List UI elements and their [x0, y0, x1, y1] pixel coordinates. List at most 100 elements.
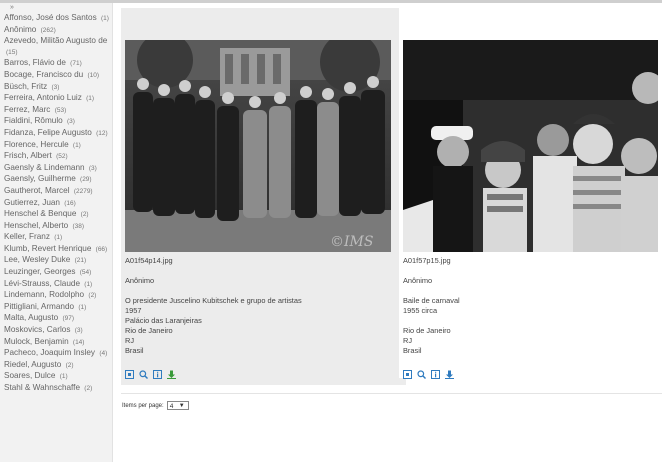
author-facet-item[interactable]: Ferrez, Marc (53) — [4, 105, 112, 117]
author-facet-item[interactable]: Gaensly & Lindemann (3) — [4, 163, 112, 175]
author-count: (12) — [96, 129, 108, 137]
download-icon[interactable] — [167, 370, 176, 379]
author-count: (66) — [95, 245, 108, 253]
author-count: (3) — [88, 164, 97, 172]
author-name: Büsch, Fritz — [4, 81, 48, 91]
author-name: Leuzinger, Georges — [4, 267, 76, 277]
result-author: Anônimo — [125, 276, 155, 285]
author-facet-item[interactable]: Lindemann, Rodolpho (2) — [4, 290, 112, 302]
author-facet-item[interactable]: Büsch, Fritz (3) — [4, 82, 112, 94]
author-name: Florence, Hercule — [4, 139, 69, 149]
author-facet-item[interactable]: Bocage, Francisco du (10) — [4, 70, 112, 82]
author-facet-item[interactable]: Anônimo (262) — [4, 25, 112, 37]
items-per-page-select[interactable]: 4 ▼ — [166, 401, 189, 410]
result-actions — [125, 370, 176, 379]
result-filename[interactable]: A01f57p15.jpg — [403, 256, 460, 266]
author-facet-item[interactable]: Florence, Hercule (1) — [4, 140, 112, 152]
author-count: (1) — [86, 95, 95, 103]
author-facet-item[interactable]: Frisch, Albert (52) — [4, 151, 112, 163]
author-count: (52) — [56, 153, 68, 161]
photo-carnaval[interactable] — [403, 40, 658, 252]
author-facet-item[interactable]: Gutierrez, Juan (16) — [4, 198, 112, 210]
collapse-toggle[interactable]: » — [0, 3, 112, 13]
author-name: Mulock, Benjamin — [4, 336, 69, 346]
author-count: (1) — [59, 373, 68, 381]
author-facet-item[interactable]: Leuzinger, Georges (54) — [4, 267, 112, 279]
author-facet-item[interactable]: Malta, Augusto (97) — [4, 313, 112, 325]
author-name: Riedel, Augusto — [4, 359, 62, 369]
author-count: (38) — [72, 222, 85, 230]
author-facet-item[interactable]: Barros, Flávio de (71) — [4, 58, 112, 70]
result-filename[interactable]: A01f54p14.jpg — [125, 256, 302, 266]
author-count: (2) — [80, 211, 89, 219]
author-facet-item[interactable]: Henschel, Alberto (38) — [4, 221, 112, 233]
author-count: (54) — [79, 269, 92, 277]
result-place: Palácio das Laranjeiras — [125, 316, 202, 325]
author-name: Bocage, Francisco du — [4, 69, 84, 79]
author-name: Lee, Wesley Duke — [4, 255, 71, 265]
author-name: Fialdini, Rômulo — [4, 116, 63, 126]
result-city: Rio de Janeiro — [125, 326, 173, 335]
author-count: (1) — [84, 280, 93, 288]
info-icon[interactable] — [153, 370, 162, 379]
result-city: Rio de Janeiro — [403, 326, 451, 335]
author-name: Malta, Augusto — [4, 313, 59, 323]
author-name: Anônimo — [4, 24, 37, 34]
author-facet-item[interactable]: Fialdini, Rômulo (3) — [4, 116, 112, 128]
author-list: Affonso, José dos Santos (1) Anônimo (262… — [0, 13, 112, 395]
author-facet-item[interactable]: Mulock, Benjamin (14) — [4, 337, 112, 349]
author-facet-item[interactable]: Klumb, Revert Henrique (66) — [4, 244, 112, 256]
photo-watermark: ©IMS — [330, 234, 373, 250]
author-count: (3) — [66, 118, 75, 126]
author-facet-item[interactable]: Soares, Dulce (1) — [4, 371, 112, 383]
result-country: Brasil — [125, 346, 144, 355]
zoom-fit-icon[interactable] — [125, 370, 134, 379]
author-facet-item[interactable]: Azevedo, Militão Augusto de (15) — [4, 36, 112, 58]
divider — [121, 393, 662, 394]
author-facet-item[interactable]: Fidanza, Felipe Augusto (12) — [4, 128, 112, 140]
author-facet-item[interactable]: Affonso, José dos Santos (1) — [4, 13, 112, 25]
author-name: Klumb, Revert Henrique — [4, 243, 92, 253]
items-per-page: Items per page: 4 ▼ — [122, 401, 189, 410]
author-count: (1) — [72, 141, 81, 149]
author-name: Lévi-Strauss, Claude — [4, 278, 80, 288]
photo-image — [403, 40, 658, 252]
author-name: Barros, Flávio de — [4, 58, 66, 68]
author-facet-item[interactable]: Ferreira, Antonio Luiz (1) — [4, 93, 112, 105]
author-facet-item[interactable]: Gautherot, Marcel (2279) — [4, 186, 112, 198]
author-facet-item[interactable]: Lee, Wesley Duke (21) — [4, 255, 112, 267]
author-count: (1) — [54, 234, 63, 242]
author-facet-item[interactable]: Keller, Franz (1) — [4, 232, 112, 244]
author-count: (2279) — [73, 187, 93, 195]
author-name: Gutierrez, Juan — [4, 197, 60, 207]
photo-image: ©IMS — [125, 40, 391, 252]
result-metadata: A01f54p14.jpg Anônimo O presidente Jusce… — [125, 256, 302, 356]
result-country: Brasil — [403, 346, 422, 355]
info-icon[interactable] — [431, 370, 440, 379]
result-date: 1955 circa — [403, 306, 438, 315]
magnify-icon[interactable] — [139, 370, 148, 379]
author-facet-item[interactable]: Moskovics, Carlos (3) — [4, 325, 112, 337]
result-card: ©IMS A01f54p14.jpg Anônimo O presidente … — [121, 8, 406, 385]
author-name: Lindemann, Rodolpho — [4, 290, 85, 300]
author-facet-item[interactable]: Gaensly, Guilherme (29) — [4, 174, 112, 186]
photo-kubitschek[interactable]: ©IMS — [125, 40, 391, 252]
author-facet-item[interactable]: Henschel & Benque (2) — [4, 209, 112, 221]
download-icon[interactable] — [445, 370, 454, 379]
author-count: (71) — [70, 60, 82, 68]
author-facet-item[interactable]: Lévi-Strauss, Claude (1) — [4, 279, 112, 291]
items-per-page-label: Items per page: — [122, 402, 164, 409]
author-facet-item[interactable]: Pacheco, Joaquim Insley (4) — [4, 348, 112, 360]
author-name: Affonso, José dos Santos — [4, 13, 97, 22]
author-name: Frisch, Albert — [4, 151, 52, 161]
author-name: Ferrez, Marc — [4, 104, 51, 114]
author-facet-item[interactable]: Pittigliani, Armando (1) — [4, 302, 112, 314]
author-facet-sidebar: » Affonso, José dos Santos (1) Anônimo (2… — [0, 3, 113, 462]
author-facet-item[interactable]: Riedel, Augusto (2) — [4, 360, 112, 372]
magnify-icon[interactable] — [417, 370, 426, 379]
author-facet-item[interactable]: Stahl & Wahnschaffe (2) — [4, 383, 112, 395]
result-title: O presidente Juscelino Kubitschek e grup… — [125, 296, 302, 305]
author-count: (4) — [99, 350, 108, 358]
author-name: Keller, Franz — [4, 232, 50, 242]
zoom-fit-icon[interactable] — [403, 370, 412, 379]
